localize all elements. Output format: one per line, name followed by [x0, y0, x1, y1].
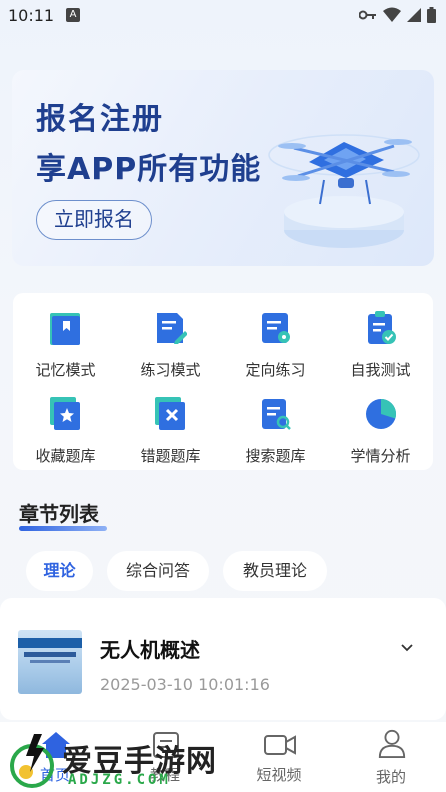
- quick-label: 练习模式: [140, 361, 201, 379]
- key-icon: [359, 10, 376, 20]
- quick-item-targeted-practice[interactable]: 定向练习: [223, 301, 328, 381]
- quick-label: 自我测试: [350, 361, 411, 379]
- quick-item-learning-analysis[interactable]: 学情分析: [328, 387, 433, 467]
- nav-mine[interactable]: 我的: [336, 722, 446, 792]
- chapter-cover-image: [18, 630, 82, 694]
- doc-edit-icon: [157, 313, 187, 344]
- nav-label: 我的: [375, 768, 406, 786]
- chevron-down-icon[interactable]: [400, 641, 414, 655]
- status-time: 10:11: [8, 6, 55, 25]
- wifi-icon: [383, 7, 401, 22]
- clipboard-check-icon: [368, 311, 396, 344]
- user-icon: [378, 729, 406, 758]
- quick-label: 错题题库: [140, 447, 201, 465]
- quick-item-memory-mode[interactable]: 记忆模式: [13, 301, 118, 381]
- quick-label: 记忆模式: [35, 361, 96, 379]
- watermark-emblem-icon: [10, 734, 54, 788]
- status-indicator-icon: A: [66, 8, 80, 22]
- quick-label: 收藏题库: [35, 447, 96, 465]
- quick-item-search-bank[interactable]: 搜索题库: [223, 387, 328, 467]
- book-icon: [50, 313, 80, 345]
- quick-item-practice-mode[interactable]: 练习模式: [118, 301, 223, 381]
- tab-instructor-theory[interactable]: 教员理论: [223, 551, 327, 591]
- watermark-logo: 爱豆手游网 ADJZG.COM: [4, 728, 254, 792]
- quick-item-wrong-questions-bank[interactable]: 错题题库: [118, 387, 223, 467]
- banner-title: 报名注册: [36, 102, 164, 137]
- doc-location-icon: [262, 313, 290, 343]
- tab-comprehensive-qa[interactable]: 综合问答: [107, 551, 209, 591]
- search-doc-icon: [262, 399, 291, 430]
- section-title: 章节列表: [19, 502, 99, 526]
- quick-actions-card: 记忆模式 练习模式 定向练习 自我测试 收藏题库 错题题库 搜索题库 学情分析: [13, 293, 433, 470]
- quick-item-self-test[interactable]: 自我测试: [328, 301, 433, 381]
- chapter-title: 无人机概述: [100, 638, 200, 662]
- section-underline: [19, 526, 107, 531]
- watermark-subtext: ADJZG.COM: [68, 772, 171, 788]
- drone-illustration-icon: [268, 134, 420, 248]
- banner-subtitle: 享APP所有功能: [36, 152, 262, 187]
- battery-icon: [427, 7, 436, 23]
- chapter-timestamp: 2025-03-10 10:01:16: [100, 675, 270, 694]
- tab-theory[interactable]: 理论: [26, 551, 93, 591]
- video-icon: [264, 735, 296, 755]
- register-banner[interactable]: 报名注册 享APP所有功能 立即报名: [12, 70, 434, 266]
- x-doc-icon: [155, 397, 185, 430]
- quick-label: 搜索题库: [245, 447, 306, 465]
- star-doc-icon: [50, 397, 80, 430]
- signal-icon: [407, 8, 421, 22]
- pie-chart-icon: [366, 399, 396, 429]
- status-bar: 10:11 A: [0, 0, 446, 32]
- chapter-list-item[interactable]: [0, 598, 446, 720]
- status-icons: [359, 7, 436, 23]
- quick-item-favorites-bank[interactable]: 收藏题库: [13, 387, 118, 467]
- quick-label: 学情分析: [350, 447, 411, 465]
- register-now-button[interactable]: 立即报名: [36, 200, 152, 240]
- quick-label: 定向练习: [245, 361, 306, 379]
